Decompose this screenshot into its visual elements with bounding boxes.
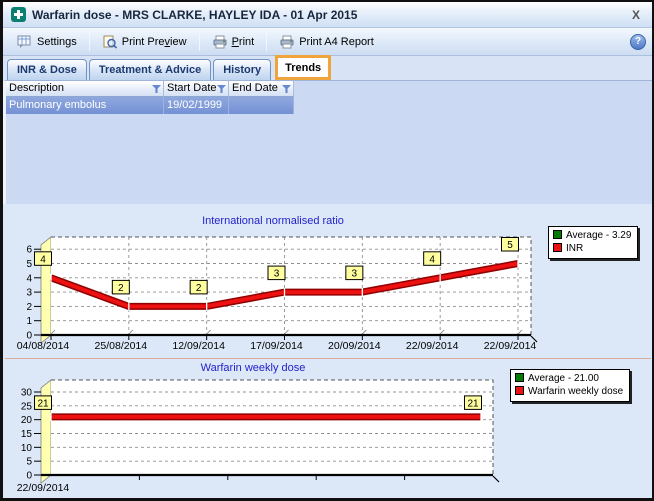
cell-end-date xyxy=(229,97,294,114)
svg-text:22/09/2014: 22/09/2014 xyxy=(484,340,537,352)
chart-separator xyxy=(5,358,651,359)
svg-text:2: 2 xyxy=(26,302,32,313)
trends-tab-highlight-annotation: Trends xyxy=(275,55,331,80)
svg-text:4: 4 xyxy=(40,254,46,265)
legend-item-average: Average - 21.00 xyxy=(515,372,623,385)
svg-text:6: 6 xyxy=(26,245,32,256)
svg-text:4: 4 xyxy=(26,273,32,284)
tab-treatment-advice[interactable]: Treatment & Advice xyxy=(89,59,211,80)
window-title: Warfarin dose - MRS CLARKE, HAYLEY IDA -… xyxy=(32,8,357,22)
printer-icon xyxy=(212,35,228,49)
average-swatch xyxy=(553,230,562,239)
warfarin-dose-window: Warfarin dose - MRS CLARKE, HAYLEY IDA -… xyxy=(0,0,654,501)
average-swatch xyxy=(515,373,524,382)
tab-inr-dose[interactable]: INR & Dose xyxy=(7,59,87,80)
table-row-selected[interactable]: Pulmonary embolus 19/02/1999 xyxy=(6,97,294,114)
print-preview-button[interactable]: Print Preview xyxy=(94,31,195,53)
problems-table: Description Start Date End Date Pulmonar… xyxy=(3,80,652,204)
svg-text:22/09/2014: 22/09/2014 xyxy=(17,482,70,494)
svg-text:21: 21 xyxy=(467,398,479,409)
svg-text:0: 0 xyxy=(26,471,32,482)
tab-trends[interactable]: Trends xyxy=(278,58,328,77)
filter-icon[interactable] xyxy=(282,85,291,93)
inr-swatch xyxy=(553,243,562,252)
trends-charts-panel: International normalised ratio 012345604… xyxy=(3,204,654,500)
print-label: Print xyxy=(232,36,255,48)
svg-text:20: 20 xyxy=(21,415,33,426)
inr-chart-legend: Average - 3.29 INR xyxy=(548,226,638,259)
toolbar-separator xyxy=(266,32,267,51)
cell-description: Pulmonary embolus xyxy=(6,97,164,114)
svg-text:3: 3 xyxy=(26,288,32,299)
title-bar: Warfarin dose - MRS CLARKE, HAYLEY IDA -… xyxy=(3,2,652,28)
table-header-row: Description Start Date End Date xyxy=(6,81,294,97)
svg-text:2: 2 xyxy=(196,283,202,294)
printer-icon xyxy=(279,35,295,49)
toolbar: Settings Print Preview Print xyxy=(3,28,652,56)
svg-text:1: 1 xyxy=(26,316,32,327)
filter-icon[interactable] xyxy=(152,85,161,93)
svg-text:5: 5 xyxy=(26,259,32,270)
dose-swatch xyxy=(515,386,524,395)
print-preview-icon xyxy=(102,35,118,49)
print-preview-label: Print Preview xyxy=(122,36,187,48)
inr-chart-title: International normalised ratio xyxy=(3,215,543,227)
settings-label: Settings xyxy=(37,36,77,48)
svg-text:30: 30 xyxy=(21,387,33,398)
settings-button[interactable]: Settings xyxy=(9,31,85,53)
svg-text:10: 10 xyxy=(21,443,33,454)
svg-text:15: 15 xyxy=(21,429,33,440)
cell-start-date: 19/02/1999 xyxy=(164,97,229,114)
svg-text:20/09/2014: 20/09/2014 xyxy=(328,340,381,352)
print-a4-report-button[interactable]: Print A4 Report xyxy=(271,31,382,53)
svg-text:21: 21 xyxy=(37,398,49,409)
warfarin-dose-chart-title: Warfarin weekly dose xyxy=(3,362,503,374)
warfarin-chart-legend: Average - 21.00 Warfarin weekly dose xyxy=(510,369,630,402)
settings-icon xyxy=(17,35,33,49)
close-icon[interactable]: X xyxy=(628,8,644,22)
medical-cross-icon xyxy=(11,7,26,22)
toolbar-separator xyxy=(89,32,90,51)
column-header-start-date[interactable]: Start Date xyxy=(164,81,229,97)
column-header-description[interactable]: Description xyxy=(6,81,164,97)
svg-text:3: 3 xyxy=(274,269,280,280)
svg-text:12/09/2014: 12/09/2014 xyxy=(172,340,225,352)
legend-item-average: Average - 3.29 xyxy=(553,229,631,242)
svg-text:5: 5 xyxy=(507,240,513,251)
svg-text:22/09/2014: 22/09/2014 xyxy=(406,340,459,352)
help-icon[interactable]: ? xyxy=(630,34,646,50)
svg-text:25/08/2014: 25/08/2014 xyxy=(95,340,148,352)
legend-item-dose: Warfarin weekly dose xyxy=(515,385,623,398)
print-button[interactable]: Print xyxy=(204,31,263,53)
svg-text:25: 25 xyxy=(21,401,33,412)
svg-text:04/08/2014: 04/08/2014 xyxy=(17,340,70,352)
svg-text:2: 2 xyxy=(118,283,124,294)
filter-icon[interactable] xyxy=(217,85,226,93)
legend-item-inr: INR xyxy=(553,242,631,255)
svg-text:3: 3 xyxy=(352,269,358,280)
svg-text:4: 4 xyxy=(429,254,435,265)
column-header-end-date[interactable]: End Date xyxy=(229,81,294,97)
print-a4-report-label: Print A4 Report xyxy=(299,36,374,48)
svg-text:17/09/2014: 17/09/2014 xyxy=(250,340,303,352)
svg-text:5: 5 xyxy=(26,457,32,468)
tab-history[interactable]: History xyxy=(213,59,271,80)
toolbar-separator xyxy=(199,32,200,51)
tab-bar: INR & Dose Treatment & Advice History Tr… xyxy=(3,57,652,80)
